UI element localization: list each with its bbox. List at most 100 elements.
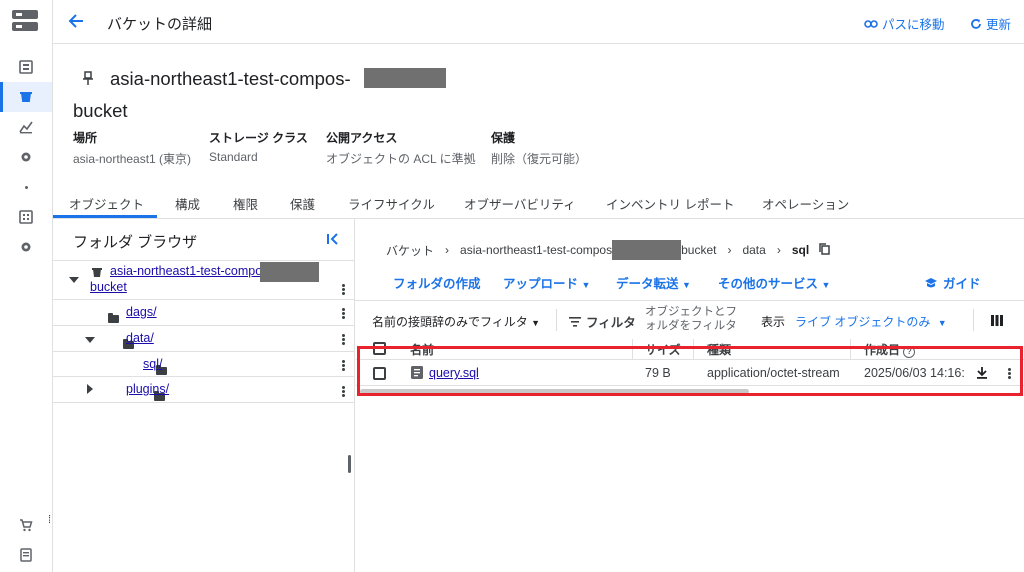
tree-row-line [53, 325, 354, 326]
dropdown-arrow-icon: ▼ [937, 318, 947, 328]
redaction-block-breadcrumb [612, 240, 682, 260]
chevron-right-icon: › [776, 243, 781, 257]
tree-row-line [53, 299, 354, 300]
settings-icon[interactable] [0, 142, 52, 172]
info-value-public-access: オブジェクトの ACL に準拠 [326, 152, 476, 166]
prefix-filter-label: 名前の接頭辞のみでフィルタ [372, 315, 528, 329]
pin-icon[interactable] [82, 70, 94, 91]
breadcrumb-data[interactable]: data [742, 243, 765, 257]
top-bar: バケットの詳細 パスに移動 更新 [53, 0, 1024, 44]
dropdown-arrow-icon: ▼ [531, 318, 541, 328]
guide-label: ガイド [943, 277, 981, 291]
filter-label: フィルタ [586, 316, 636, 330]
data-more-icon[interactable] [342, 333, 346, 346]
chevron-right-icon: › [445, 243, 450, 257]
dot-icon [0, 172, 52, 202]
prefix-filter-select[interactable]: 名前の接頭辞のみでフィルタ ▼ [372, 313, 540, 330]
left-nav-rail: ⁞ [0, 0, 53, 572]
tree-top-line [53, 260, 354, 261]
link-icon [864, 19, 878, 28]
tab-permissions[interactable]: 権限 [233, 194, 258, 213]
panel-divider [354, 219, 355, 572]
upload-label: アップロード [503, 277, 579, 291]
tree-item-sql[interactable]: sql/ [143, 357, 162, 371]
monitoring-icon[interactable] [0, 112, 52, 142]
tab-configuration[interactable]: 構成 [175, 194, 200, 213]
expand-data-icon[interactable] [85, 337, 95, 343]
info-value-storage-class: Standard [209, 150, 258, 164]
breadcrumb-bucket[interactable]: asia-northeast1-test-compos [460, 243, 612, 257]
bucket-name-line1: asia-northeast1-test-compos- [110, 68, 351, 90]
info-label-protection: 保護 [491, 131, 516, 145]
root-more-icon[interactable] [342, 283, 346, 296]
goto-path-button[interactable]: パスに移動 [864, 14, 945, 33]
show-value: ライブ オブジェクトのみ [795, 315, 931, 329]
dropdown-arrow-icon: ▼ [682, 280, 691, 290]
other-services-button[interactable]: その他のサービス ▼ [718, 273, 830, 292]
filter-divider [556, 309, 557, 331]
transfer-label: データ転送 [616, 277, 679, 291]
storage-logo-icon [12, 10, 38, 32]
goto-path-label: パスに移動 [882, 18, 945, 32]
info-value-protection: 削除（復元可能） [491, 152, 588, 166]
back-arrow-icon[interactable] [67, 12, 87, 32]
create-folder-button[interactable]: フォルダの作成 [393, 273, 481, 292]
tab-operations[interactable]: オペレーション [762, 194, 849, 213]
tab-observability[interactable]: オブザーバビリティ [464, 194, 576, 213]
info-label-storage-class: ストレージ クラス [209, 131, 308, 145]
tree-item-dags[interactable]: dags/ [126, 305, 157, 319]
filter-placeholder-line1: オブジェクトとフ [645, 306, 737, 318]
tab-objects[interactable]: オブジェクト [69, 194, 144, 213]
filter-icon [569, 316, 581, 327]
tree-row-line [53, 351, 354, 352]
bucket-name-prefix: asia-northeast1-test-compos- [110, 68, 351, 89]
tree-root-link-line2[interactable]: bucket [90, 280, 127, 294]
buckets-icon[interactable] [0, 82, 52, 112]
filter-input[interactable]: オブジェクトとフ ォルダをフィルタ [645, 305, 737, 333]
collapse-panel-icon[interactable] [326, 232, 340, 251]
tree-root-link[interactable]: asia-northeast1-test-compos [110, 264, 268, 278]
plugins-more-icon[interactable] [342, 385, 346, 398]
dropdown-arrow-icon: ▼ [821, 280, 831, 290]
overview-icon[interactable] [0, 52, 52, 82]
columns-divider [973, 309, 974, 331]
tab-protection[interactable]: 保護 [290, 194, 315, 213]
dropdown-arrow-icon: ▼ [581, 280, 591, 290]
tab-inventory-reports[interactable]: インベントリ レポート [606, 194, 734, 213]
panel-resize-handle[interactable] [348, 455, 351, 473]
refresh-button[interactable]: 更新 [970, 14, 1011, 33]
highlight-box [357, 346, 1023, 396]
filter-button[interactable]: フィルタ [569, 312, 636, 331]
breadcrumb-root[interactable]: バケット [386, 242, 434, 259]
filter-placeholder-line2: ォルダをフィルタ [645, 320, 737, 332]
copy-icon[interactable] [819, 242, 830, 258]
transfer-button[interactable]: データ転送 ▼ [616, 273, 691, 292]
breadcrumb-sql: sql [791, 243, 810, 257]
inventory-icon[interactable] [0, 202, 52, 232]
info-label-public-access: 公開アクセス [326, 131, 398, 145]
tab-lifecycle[interactable]: ライフサイクル [348, 194, 435, 213]
upload-button[interactable]: アップロード ▼ [503, 273, 590, 292]
guide-button[interactable]: ガイド [924, 273, 981, 292]
settings-gear-icon[interactable] [0, 232, 52, 262]
breadcrumb-bucket-suffix[interactable]: bucket [681, 243, 716, 257]
breadcrumb: バケット › asia-northeast1-test-compos bucke… [386, 240, 830, 260]
column-display-icon[interactable] [991, 313, 1003, 331]
tree-item-plugins[interactable]: plugins/ [126, 382, 169, 396]
bucket-name-line2: bucket [73, 100, 128, 121]
redaction-block-tree [260, 262, 319, 282]
tree-row-line [53, 376, 354, 377]
chevron-right-icon: › [727, 243, 732, 257]
school-icon [925, 277, 937, 287]
tree-item-data[interactable]: data/ [126, 331, 154, 345]
dags-more-icon[interactable] [342, 307, 346, 320]
expand-plugins-icon[interactable] [87, 384, 93, 394]
sql-more-icon[interactable] [342, 359, 346, 372]
expand-root-icon[interactable] [69, 277, 79, 283]
release-notes-icon[interactable] [0, 540, 52, 570]
marketplace-icon[interactable] [0, 510, 52, 540]
page-title: バケットの詳細 [107, 16, 213, 33]
show-select[interactable]: ライブ オブジェクトのみ ▼ [795, 313, 947, 330]
refresh-icon [971, 18, 981, 29]
tabs-divider [53, 218, 1024, 219]
